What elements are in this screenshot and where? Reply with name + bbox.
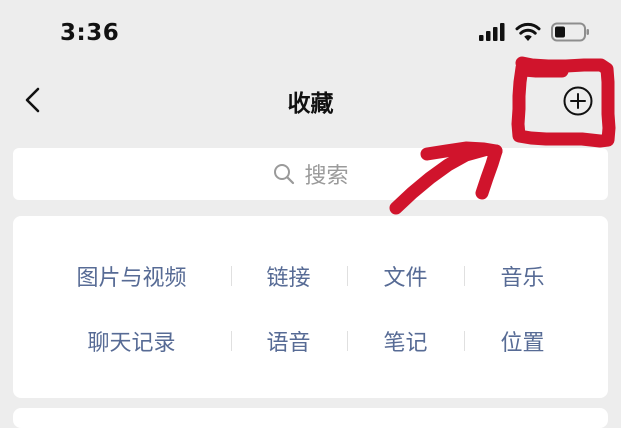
search-placeholder: 搜索 <box>304 164 349 189</box>
cellular-signal-icon <box>479 23 505 41</box>
status-icons <box>479 22 591 42</box>
next-card-peek <box>13 408 608 428</box>
search-input[interactable]: 搜索 <box>13 148 608 200</box>
status-bar: 3:36 <box>0 0 621 64</box>
nav-bar: 收藏 <box>0 64 621 136</box>
category-images-videos[interactable]: 图片与视频 <box>73 254 190 298</box>
category-music[interactable]: 音乐 <box>464 254 581 298</box>
category-row-1: 图片与视频 链接 文件 音乐 <box>13 254 608 298</box>
status-time: 3:36 <box>60 20 120 46</box>
category-files[interactable]: 文件 <box>347 254 464 298</box>
page-title: 收藏 <box>287 91 334 117</box>
category-row-2: 聊天记录 语音 笔记 位置 <box>13 319 608 363</box>
category-location[interactable]: 位置 <box>464 319 581 363</box>
search-icon <box>274 164 295 185</box>
add-button[interactable] <box>561 84 595 118</box>
circle-plus-icon <box>563 86 593 116</box>
category-links[interactable]: 链接 <box>230 254 347 298</box>
category-card: 图片与视频 链接 文件 音乐 聊天记录 语音 笔记 位置 <box>13 216 608 398</box>
wifi-icon <box>515 22 541 41</box>
category-chat-history[interactable]: 聊天记录 <box>73 319 190 363</box>
category-notes[interactable]: 笔记 <box>347 319 464 363</box>
category-voice[interactable]: 语音 <box>230 319 347 363</box>
battery-icon <box>551 22 589 42</box>
